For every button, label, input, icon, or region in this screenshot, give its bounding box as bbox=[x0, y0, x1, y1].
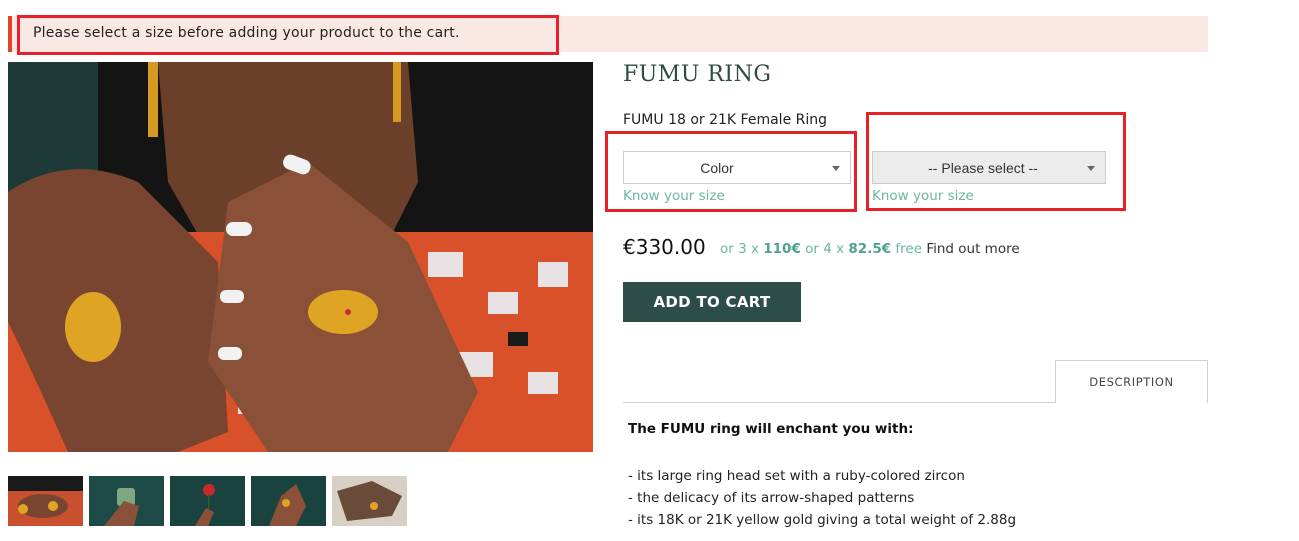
installment-middle: or 4 x bbox=[800, 241, 849, 257]
thumbnail-image bbox=[251, 476, 326, 526]
description-heading: The FUMU ring will enchant you with: bbox=[628, 421, 914, 437]
thumbnail-1[interactable] bbox=[8, 476, 83, 526]
tab-description[interactable]: DESCRIPTION bbox=[1055, 360, 1208, 403]
product-photo bbox=[8, 62, 593, 452]
thumbnail-image bbox=[332, 476, 407, 526]
color-select-value: Color bbox=[700, 159, 734, 176]
thumbnail-image bbox=[170, 476, 245, 526]
add-to-cart-button[interactable]: ADD TO CART bbox=[623, 282, 801, 322]
thumbnail-3[interactable] bbox=[170, 476, 245, 526]
know-your-size-link-color[interactable]: Know your size bbox=[623, 188, 725, 204]
product-title: FUMU RING bbox=[623, 62, 772, 87]
installment-suffix: free bbox=[891, 241, 927, 257]
installment-prefix: or 3 x bbox=[720, 241, 764, 257]
description-point: - its 18K or 21K yellow gold giving a to… bbox=[628, 512, 1017, 528]
thumbnail-2[interactable] bbox=[89, 476, 164, 526]
description-list: - its large ring head set with a ruby-co… bbox=[628, 465, 1016, 531]
thumbnail-5[interactable] bbox=[332, 476, 407, 526]
product-subtitle: FUMU 18 or 21K Female Ring bbox=[623, 112, 828, 128]
description-point: - the delicacy of its arrow-shaped patte… bbox=[628, 490, 915, 506]
color-select[interactable]: Color bbox=[623, 151, 851, 184]
thumbnail-4[interactable] bbox=[251, 476, 326, 526]
size-select-value: -- Please select -- bbox=[928, 159, 1038, 176]
thumbnail-image bbox=[8, 476, 83, 526]
installment-amount-4: 82.5€ bbox=[848, 241, 892, 257]
chevron-down-icon bbox=[832, 166, 840, 171]
thumbnail-image bbox=[89, 476, 164, 526]
description-point: - its large ring head set with a ruby-co… bbox=[628, 468, 965, 484]
find-out-more-link[interactable]: Find out more bbox=[926, 241, 1019, 257]
size-select[interactable]: -- Please select -- bbox=[872, 151, 1106, 184]
installment-info: or 3 x 110€ or 4 x 82.5€ free Find out m… bbox=[720, 241, 1020, 257]
thumbnail-strip bbox=[8, 476, 407, 526]
product-price: €330.00 bbox=[623, 235, 706, 259]
know-your-size-link-size[interactable]: Know your size bbox=[872, 188, 974, 204]
installment-amount-3: 110€ bbox=[763, 241, 801, 257]
main-product-image[interactable] bbox=[8, 62, 593, 452]
alert-message: Please select a size before adding your … bbox=[33, 25, 460, 41]
chevron-down-icon bbox=[1087, 166, 1095, 171]
